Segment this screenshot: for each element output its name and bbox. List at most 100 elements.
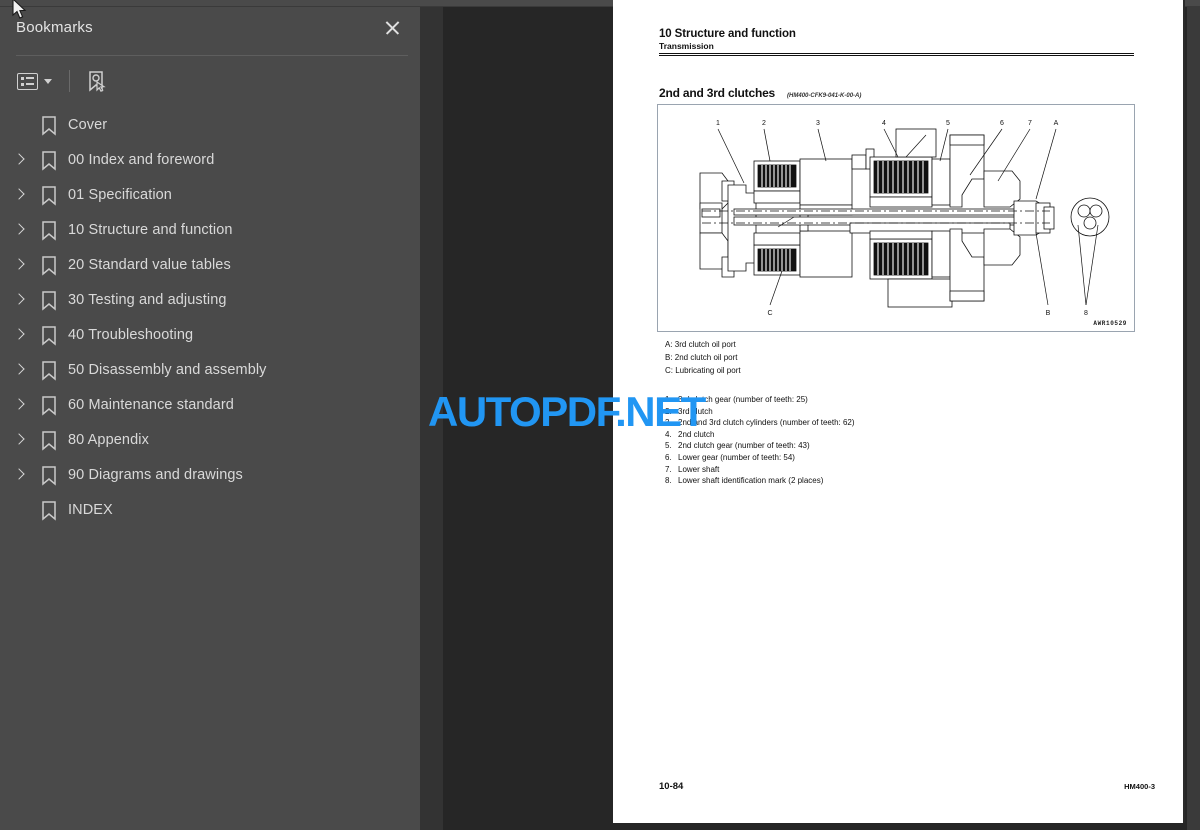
bookmark-icon xyxy=(42,395,56,416)
bookmark-item[interactable]: 80 Appendix xyxy=(0,422,420,457)
bookmark-icon xyxy=(42,185,56,206)
component-number: 6. xyxy=(665,452,672,462)
chevron-right-icon[interactable] xyxy=(8,149,30,171)
component-text: Lower gear (number of teeth: 54) xyxy=(678,452,795,462)
bookmark-icon xyxy=(42,220,56,241)
bookmark-icon xyxy=(42,150,56,171)
component-text: 3rd clutch gear (number of teeth: 25) xyxy=(678,395,808,404)
svg-text:3: 3 xyxy=(816,120,820,127)
component-list-item: 5. 2nd clutch gear (number of teeth: 43) xyxy=(665,440,855,452)
svg-text:B: B xyxy=(1046,310,1051,317)
component-number: 2. xyxy=(665,406,672,416)
oil-port-legend: A: 3rd clutch oil port B: 2nd clutch oil … xyxy=(665,338,741,377)
bookmark-item[interactable]: 40 Troubleshooting xyxy=(0,317,420,352)
component-list-item: 8. Lower shaft identification mark (2 pla… xyxy=(665,475,855,487)
bookmark-icon xyxy=(42,325,56,346)
header-divider xyxy=(16,55,408,56)
bookmark-item[interactable]: Cover xyxy=(0,107,420,142)
svg-text:5: 5 xyxy=(946,120,950,127)
figure-id-label: AWR10529 xyxy=(1093,320,1127,327)
bookmark-item[interactable]: 50 Disassembly and assembly xyxy=(0,352,420,387)
chevron-right-icon[interactable] xyxy=(8,464,30,486)
component-list-item: 3. 2nd and 3rd clutch cylinders (number o… xyxy=(665,417,855,429)
bookmark-item[interactable]: 10 Structure and function xyxy=(0,212,420,247)
figure-reference-code: (HM400-CFK9-041-K-00-A) xyxy=(787,93,862,99)
pdf-viewer-window: Bookmarks Cover 00 Index and foreword 01… xyxy=(0,0,1200,830)
chevron-right-icon[interactable] xyxy=(8,359,30,381)
expander-spacer xyxy=(8,499,30,521)
svg-text:A: A xyxy=(1054,120,1059,127)
svg-text:8: 8 xyxy=(1084,310,1088,317)
bookmark-item[interactable]: INDEX xyxy=(0,492,420,527)
bookmark-label: 30 Testing and adjusting xyxy=(68,291,227,308)
bookmark-label: INDEX xyxy=(68,501,113,518)
svg-text:C: C xyxy=(767,310,772,317)
bookmark-icon xyxy=(42,360,56,381)
bookmark-label: 50 Disassembly and assembly xyxy=(68,361,267,378)
svg-text:6: 6 xyxy=(1000,120,1004,127)
bookmark-item[interactable]: 00 Index and foreword xyxy=(0,142,420,177)
svg-text:7: 7 xyxy=(1028,120,1032,127)
component-number: 1. xyxy=(665,395,672,404)
component-text: 2nd clutch xyxy=(678,429,715,439)
chevron-right-icon[interactable] xyxy=(8,219,30,241)
chevron-right-icon[interactable] xyxy=(8,324,30,346)
component-number: 4. xyxy=(665,429,672,439)
bookmarks-toolbar xyxy=(14,64,110,98)
page-header: 10 Structure and function Transmission xyxy=(659,28,1134,56)
svg-text:2: 2 xyxy=(762,120,766,127)
new-bookmark-button[interactable] xyxy=(82,68,110,94)
bookmark-label: 01 Specification xyxy=(68,186,172,203)
technical-diagram: 1 2 3 4 5 6 7 A C B 8 AWR10529 xyxy=(657,104,1135,332)
page-chapter-title: 10 Structure and function xyxy=(659,28,796,40)
bookmark-label: 90 Diagrams and drawings xyxy=(68,466,243,483)
bookmark-icon xyxy=(42,255,56,276)
bookmark-icon xyxy=(42,290,56,311)
bookmark-item[interactable]: 01 Specification xyxy=(0,177,420,212)
bookmarks-panel-title: Bookmarks xyxy=(16,19,93,36)
bookmarks-sidebar: Bookmarks Cover 00 Index and foreword 01… xyxy=(0,7,420,830)
model-label: HM400-3 xyxy=(1124,782,1155,791)
component-number: 3. xyxy=(665,418,672,428)
bookmark-label: 60 Maintenance standard xyxy=(68,396,234,413)
chevron-right-icon[interactable] xyxy=(8,394,30,416)
chevron-right-icon[interactable] xyxy=(8,184,30,206)
bookmark-item[interactable]: 90 Diagrams and drawings xyxy=(0,457,420,492)
chevron-right-icon[interactable] xyxy=(8,254,30,276)
oil-port-entry: A: 3rd clutch oil port xyxy=(665,340,736,349)
chevron-right-icon[interactable] xyxy=(8,429,30,451)
component-text: 2nd clutch gear (number of teeth: 43) xyxy=(678,441,810,451)
new-bookmark-icon xyxy=(89,71,106,92)
close-icon[interactable] xyxy=(382,18,402,38)
pdf-page: 10 Structure and function Transmission 2… xyxy=(613,0,1185,823)
expander-spacer xyxy=(8,114,30,136)
chevron-right-icon[interactable] xyxy=(8,289,30,311)
component-number: 8. xyxy=(665,476,672,486)
svg-text:1: 1 xyxy=(716,120,720,127)
bookmark-icon xyxy=(42,115,56,136)
figure-heading: 2nd and 3rd clutches (HM400-CFK9-041-K-0… xyxy=(659,86,861,100)
oil-port-entry: C: Lubricating oil port xyxy=(665,366,741,375)
bookmark-icon xyxy=(42,430,56,451)
header-rule xyxy=(659,53,1134,56)
component-number: 7. xyxy=(665,464,672,474)
bookmark-icon xyxy=(42,465,56,486)
bookmark-label: Cover xyxy=(68,116,108,133)
bookmarks-header: Bookmarks xyxy=(0,7,420,48)
bookmark-item[interactable]: 20 Standard value tables xyxy=(0,247,420,282)
component-list-item: 4. 2nd clutch xyxy=(665,429,855,441)
figure-title: 2nd and 3rd clutches xyxy=(659,86,776,100)
bookmarks-list: Cover 00 Index and foreword 01 Specificati… xyxy=(0,107,420,527)
bookmark-label: 00 Index and foreword xyxy=(68,151,215,168)
component-number: 5. xyxy=(665,441,672,451)
clutch-cross-section-drawing: 1 2 3 4 5 6 7 A C B 8 xyxy=(699,120,1110,317)
bookmark-label: 80 Appendix xyxy=(68,431,149,448)
bookmark-icon xyxy=(42,500,56,521)
component-list-item: 2. 3rd clutch xyxy=(665,406,855,418)
component-list: 1. 3rd clutch gear (number of teeth: 25) 2… xyxy=(665,394,855,487)
bookmark-item[interactable]: 60 Maintenance standard xyxy=(0,387,420,422)
bookmark-item[interactable]: 30 Testing and adjusting xyxy=(0,282,420,317)
bookmark-options-button[interactable] xyxy=(14,71,55,92)
toolbar-divider xyxy=(69,70,70,92)
component-list-item: 1. 3rd clutch gear (number of teeth: 25) xyxy=(665,394,855,406)
